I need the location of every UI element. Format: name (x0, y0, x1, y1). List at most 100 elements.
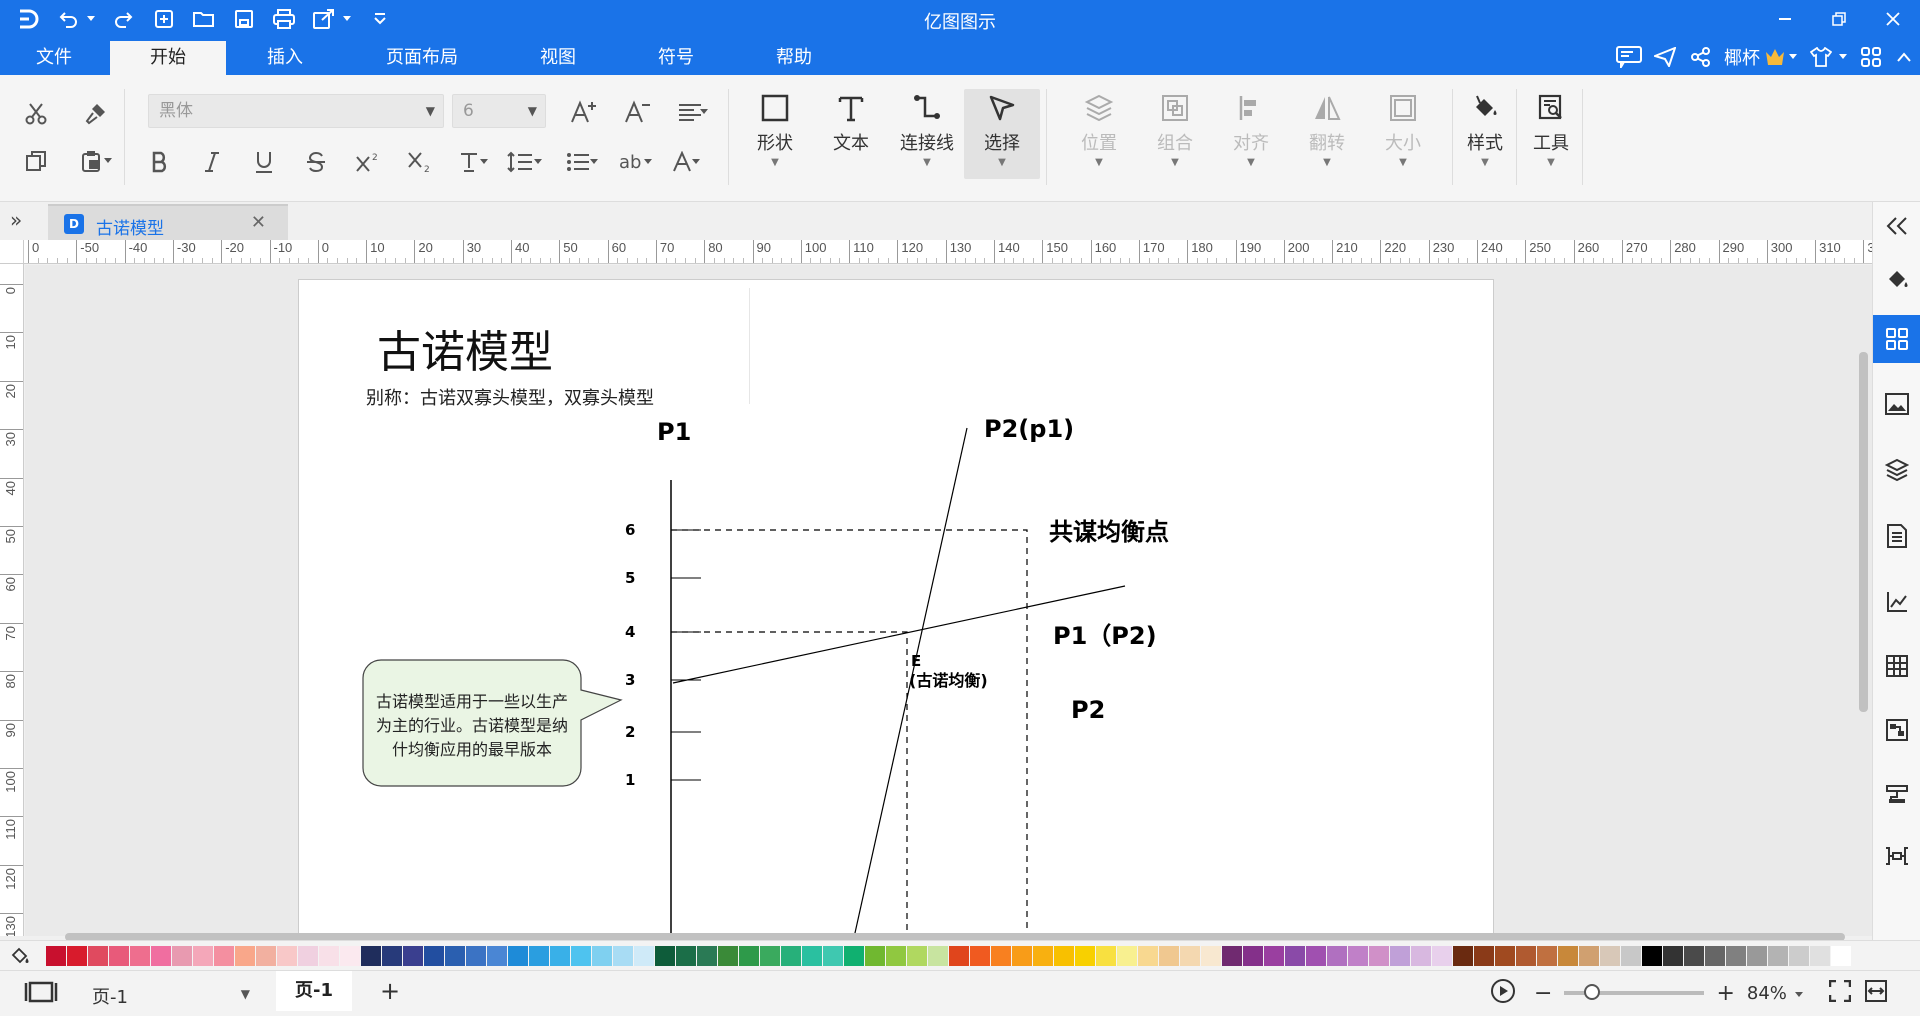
position-button[interactable]: 位置 ▼ (1062, 89, 1136, 179)
color-swatch[interactable] (886, 946, 906, 966)
color-swatch[interactable] (67, 946, 87, 966)
color-swatch[interactable] (634, 946, 654, 966)
zoom-slider[interactable] (1564, 984, 1705, 1000)
color-swatch[interactable] (172, 946, 192, 966)
line-spacing-dropdown-icon[interactable] (530, 145, 546, 179)
color-swatch[interactable] (1432, 946, 1452, 966)
font-color-dropdown-icon[interactable] (688, 145, 704, 179)
color-swatch[interactable] (88, 946, 108, 966)
color-swatch[interactable] (1390, 946, 1410, 966)
text-tool-button[interactable]: 文本 (814, 89, 888, 179)
undo-icon[interactable] (54, 6, 82, 32)
ribbon-collapse-icon[interactable] (1892, 43, 1916, 71)
cut-icon[interactable] (18, 97, 54, 131)
color-swatch[interactable] (1348, 946, 1368, 966)
color-swatch[interactable] (1411, 946, 1431, 966)
color-swatch[interactable] (970, 946, 990, 966)
color-swatch[interactable] (361, 946, 381, 966)
vertical-ruler[interactable]: 0 10 20 30 40 50 60 70 80 90 100 110 120 130 (0, 264, 24, 936)
color-swatch[interactable] (1579, 946, 1599, 966)
color-swatch[interactable] (193, 946, 213, 966)
send-icon[interactable] (1650, 43, 1680, 71)
color-swatch[interactable] (907, 946, 927, 966)
color-swatch[interactable] (1075, 946, 1095, 966)
color-swatch[interactable] (1516, 946, 1536, 966)
color-swatch[interactable] (1768, 946, 1788, 966)
image-panel-icon[interactable] (1873, 380, 1920, 428)
color-swatch[interactable] (403, 946, 423, 966)
page-layout-icon[interactable] (24, 981, 58, 1007)
tab-home[interactable]: 开始 (110, 41, 226, 75)
vertical-scrollbar[interactable] (1859, 352, 1868, 712)
color-swatch[interactable] (1243, 946, 1263, 966)
group-button[interactable]: 组合 ▼ (1138, 89, 1212, 179)
drawing-page[interactable]: 古诺模型 别称：古诺双寡头模型，双寡头模型 654321 P1 P2(p1) 共… (298, 279, 1494, 936)
color-swatch[interactable] (1474, 946, 1494, 966)
increase-font-icon[interactable] (566, 95, 602, 129)
color-swatch[interactable] (256, 946, 276, 966)
color-swatch[interactable] (655, 946, 675, 966)
shapes-library-icon[interactable] (1873, 315, 1920, 363)
color-swatch[interactable] (1033, 946, 1053, 966)
theme-shirt-icon[interactable] (1806, 43, 1836, 71)
color-swatch[interactable] (235, 946, 255, 966)
color-swatch[interactable] (1096, 946, 1116, 966)
color-swatch[interactable] (1726, 946, 1746, 966)
color-swatch[interactable] (550, 946, 570, 966)
select-tool-button[interactable]: 选择 ▼ (964, 89, 1040, 179)
tab-symbols[interactable]: 符号 (620, 41, 732, 75)
new-file-icon[interactable] (150, 6, 178, 32)
color-swatch[interactable] (508, 946, 528, 966)
minimize-icon[interactable] (1758, 0, 1812, 38)
open-folder-icon[interactable] (190, 6, 218, 32)
color-swatch[interactable] (718, 946, 738, 966)
page-tab[interactable]: 页-1 (276, 971, 352, 1011)
color-swatch[interactable] (676, 946, 696, 966)
color-swatch[interactable] (1180, 946, 1200, 966)
color-swatch[interactable] (802, 946, 822, 966)
page-properties-icon[interactable] (1873, 512, 1920, 560)
bullet-list-dropdown-icon[interactable] (586, 145, 602, 179)
color-swatch[interactable] (109, 946, 129, 966)
color-swatch[interactable] (1663, 946, 1683, 966)
color-swatch[interactable] (529, 946, 549, 966)
color-swatch[interactable] (277, 946, 297, 966)
color-swatch[interactable] (1222, 946, 1242, 966)
color-swatch[interactable] (1453, 946, 1473, 966)
text-align-dropdown-icon[interactable] (696, 95, 712, 129)
mindmap-panel-icon[interactable] (1873, 832, 1920, 880)
color-swatch[interactable] (382, 946, 402, 966)
undo-dropdown-icon[interactable] (84, 6, 98, 32)
table-panel-icon[interactable] (1873, 642, 1920, 690)
zoom-out-icon[interactable]: − (1534, 981, 1552, 1006)
comment-icon[interactable] (1614, 43, 1644, 71)
color-swatch[interactable] (613, 946, 633, 966)
axis-label-p1[interactable]: P1 (657, 418, 691, 446)
callout-note[interactable]: 古诺模型适用于一些以生产为主的行业。古诺模型是纳什均衡应用的最早版本 (363, 660, 581, 784)
color-swatch[interactable] (319, 946, 339, 966)
italic-icon[interactable] (194, 145, 230, 179)
color-swatch[interactable] (1831, 946, 1851, 966)
tab-view[interactable]: 视图 (502, 41, 614, 75)
zoom-value[interactable]: 84% (1747, 983, 1787, 1004)
flip-button[interactable]: 翻转 ▼ (1290, 89, 1364, 179)
add-page-icon[interactable]: + (380, 977, 400, 1005)
customize-toolbar-icon[interactable] (366, 6, 394, 32)
color-swatch[interactable] (928, 946, 948, 966)
zoom-slider-knob[interactable] (1584, 984, 1601, 1000)
close-tab-icon[interactable]: ✕ (251, 212, 266, 233)
color-swatch[interactable] (214, 946, 234, 966)
strikethrough-icon[interactable] (298, 145, 334, 179)
share-icon[interactable] (1686, 43, 1716, 71)
color-swatch[interactable] (844, 946, 864, 966)
color-swatch[interactable] (445, 946, 465, 966)
horizontal-ruler[interactable]: 0 -50 -40 -30 -20 -10 0 10 20 30 40 50 60 70 80 90 100 11… (24, 240, 1872, 264)
color-swatch[interactable] (1810, 946, 1830, 966)
close-icon[interactable] (1866, 0, 1920, 38)
color-swatch[interactable] (1789, 946, 1809, 966)
user-name[interactable]: 椰杯 (1724, 44, 1760, 70)
color-swatch[interactable] (1201, 946, 1221, 966)
color-swatch[interactable] (340, 946, 360, 966)
zoom-dropdown-icon[interactable] (1794, 984, 1803, 1002)
color-swatch[interactable] (865, 946, 885, 966)
